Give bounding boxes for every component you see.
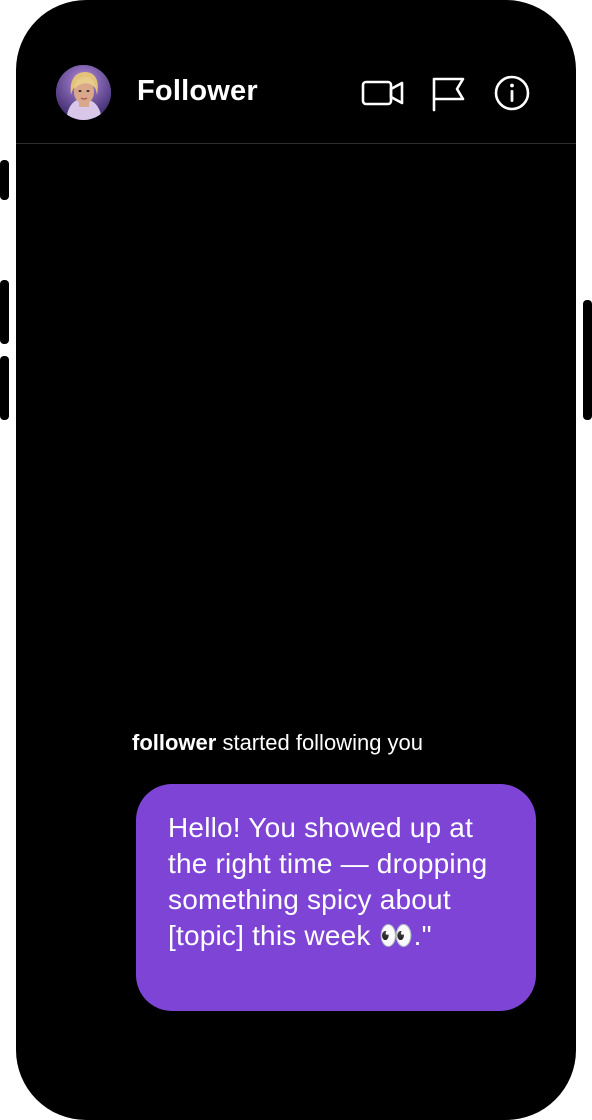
follow-notice-text: started following you — [216, 730, 424, 755]
message-bubble[interactable]: Hello! You showed up at the right time —… — [136, 784, 536, 1011]
avatar[interactable] — [56, 65, 111, 120]
chat-header: Follower — [16, 0, 576, 144]
volume-down-button — [0, 356, 9, 420]
flag-icon[interactable] — [430, 74, 466, 112]
follower-username[interactable]: follower — [132, 730, 216, 755]
profile-avatar-image — [56, 65, 111, 120]
video-camera-icon[interactable] — [361, 74, 405, 112]
phone-frame: Follower follower started following you … — [0, 0, 592, 1120]
page-title: Follower — [137, 75, 258, 107]
follow-notice: follower started following you — [132, 730, 423, 756]
mute-switch — [0, 160, 9, 200]
power-button — [583, 300, 592, 420]
info-icon[interactable] — [493, 74, 531, 112]
chat-screen: Follower follower started following you … — [16, 0, 576, 1120]
volume-up-button — [0, 280, 9, 344]
